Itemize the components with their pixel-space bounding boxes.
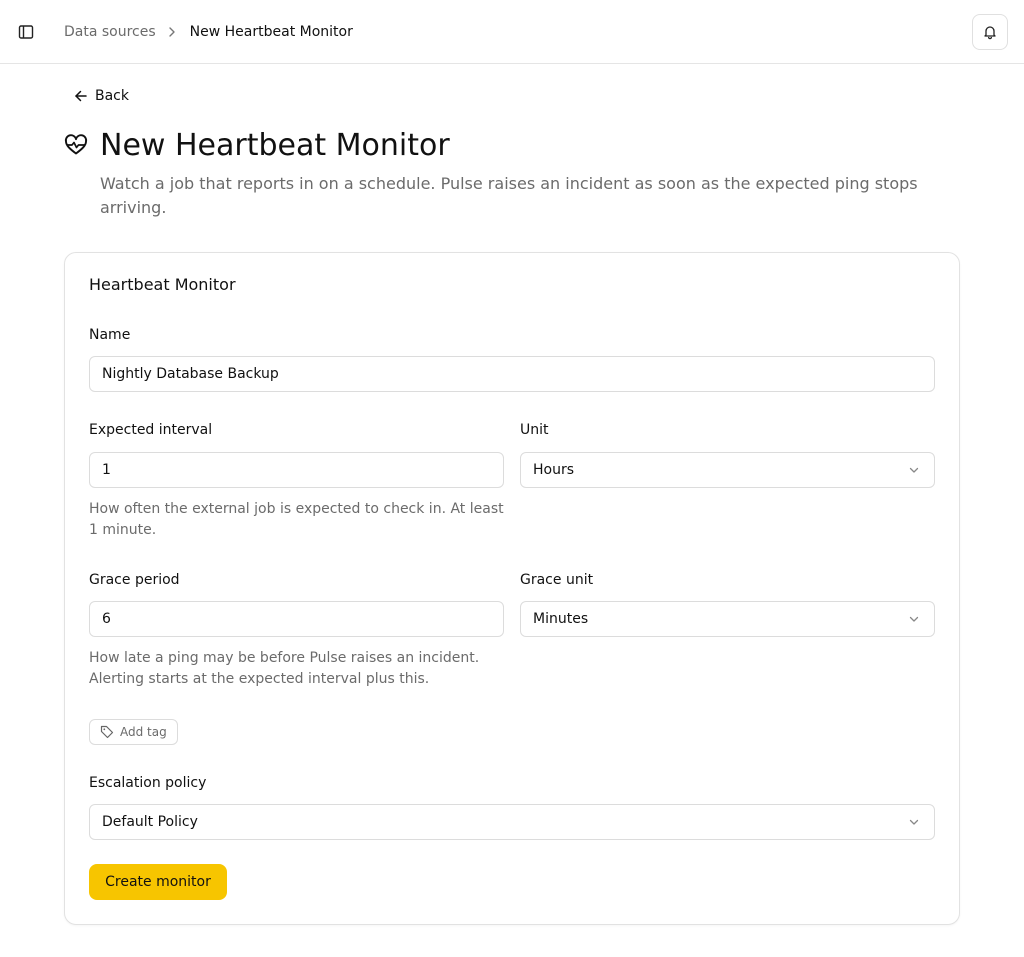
grace-period-input[interactable]: 6 bbox=[89, 601, 504, 637]
chevron-down-icon bbox=[909, 819, 919, 825]
notifications-button[interactable] bbox=[972, 14, 1008, 50]
chevron-down-icon bbox=[909, 616, 919, 622]
bell-icon bbox=[984, 26, 996, 40]
escalation-policy-label: Escalation policy bbox=[89, 775, 207, 791]
chevron-right-icon bbox=[168, 26, 176, 38]
page-subtitle: Watch a job that reports in on a schedul… bbox=[100, 174, 918, 217]
card-title: Heartbeat Monitor bbox=[89, 275, 236, 294]
grace-period-hint: How late a ping may be before Pulse rais… bbox=[89, 650, 480, 687]
add-tag-button[interactable]: Add tag bbox=[89, 719, 178, 745]
expected-interval-label: Expected interval bbox=[89, 422, 213, 438]
grace-unit-select[interactable]: Minutes bbox=[520, 601, 935, 637]
unit-select-value: Hours bbox=[533, 462, 575, 478]
name-input-value: Nightly Database Backup bbox=[102, 366, 279, 382]
sidebar-toggle-button[interactable] bbox=[14, 20, 38, 44]
expected-interval-hint: How often the external job is expected t… bbox=[89, 501, 504, 538]
top-bar: Data sources New Heartbeat Monitor bbox=[0, 0, 1024, 64]
grace-period-value: 6 bbox=[102, 611, 111, 627]
grace-period-label: Grace period bbox=[89, 572, 180, 588]
sidebar-icon bbox=[18, 25, 34, 39]
back-link[interactable]: Back bbox=[74, 86, 129, 106]
heart-pulse-icon bbox=[64, 134, 88, 155]
add-tag-label: Add tag bbox=[120, 725, 167, 739]
breadcrumb-data-sources-link[interactable]: Data sources bbox=[64, 24, 156, 40]
name-input[interactable]: Nightly Database Backup bbox=[89, 356, 935, 392]
back-label: Back bbox=[95, 88, 129, 104]
breadcrumb-current: New Heartbeat Monitor bbox=[189, 24, 353, 40]
escalation-policy-value: Default Policy bbox=[102, 814, 198, 830]
escalation-policy-select[interactable]: Default Policy bbox=[89, 804, 935, 840]
page-title: New Heartbeat Monitor bbox=[100, 128, 450, 163]
chevron-down-icon bbox=[909, 467, 919, 473]
heartbeat-monitor-form-card: Heartbeat Monitor Name Nightly Database … bbox=[64, 252, 960, 925]
grace-unit-label: Grace unit bbox=[520, 572, 594, 588]
unit-label: Unit bbox=[520, 422, 549, 438]
tag-icon bbox=[100, 725, 114, 739]
name-label: Name bbox=[89, 327, 131, 343]
grace-unit-select-value: Minutes bbox=[533, 611, 589, 627]
breadcrumb: Data sources New Heartbeat Monitor bbox=[64, 22, 353, 42]
unit-select[interactable]: Hours bbox=[520, 452, 935, 488]
expected-interval-input[interactable]: 1 bbox=[89, 452, 504, 488]
arrow-left-icon bbox=[75, 90, 87, 102]
create-monitor-button[interactable]: Create monitor bbox=[89, 864, 227, 900]
expected-interval-value: 1 bbox=[102, 462, 111, 478]
